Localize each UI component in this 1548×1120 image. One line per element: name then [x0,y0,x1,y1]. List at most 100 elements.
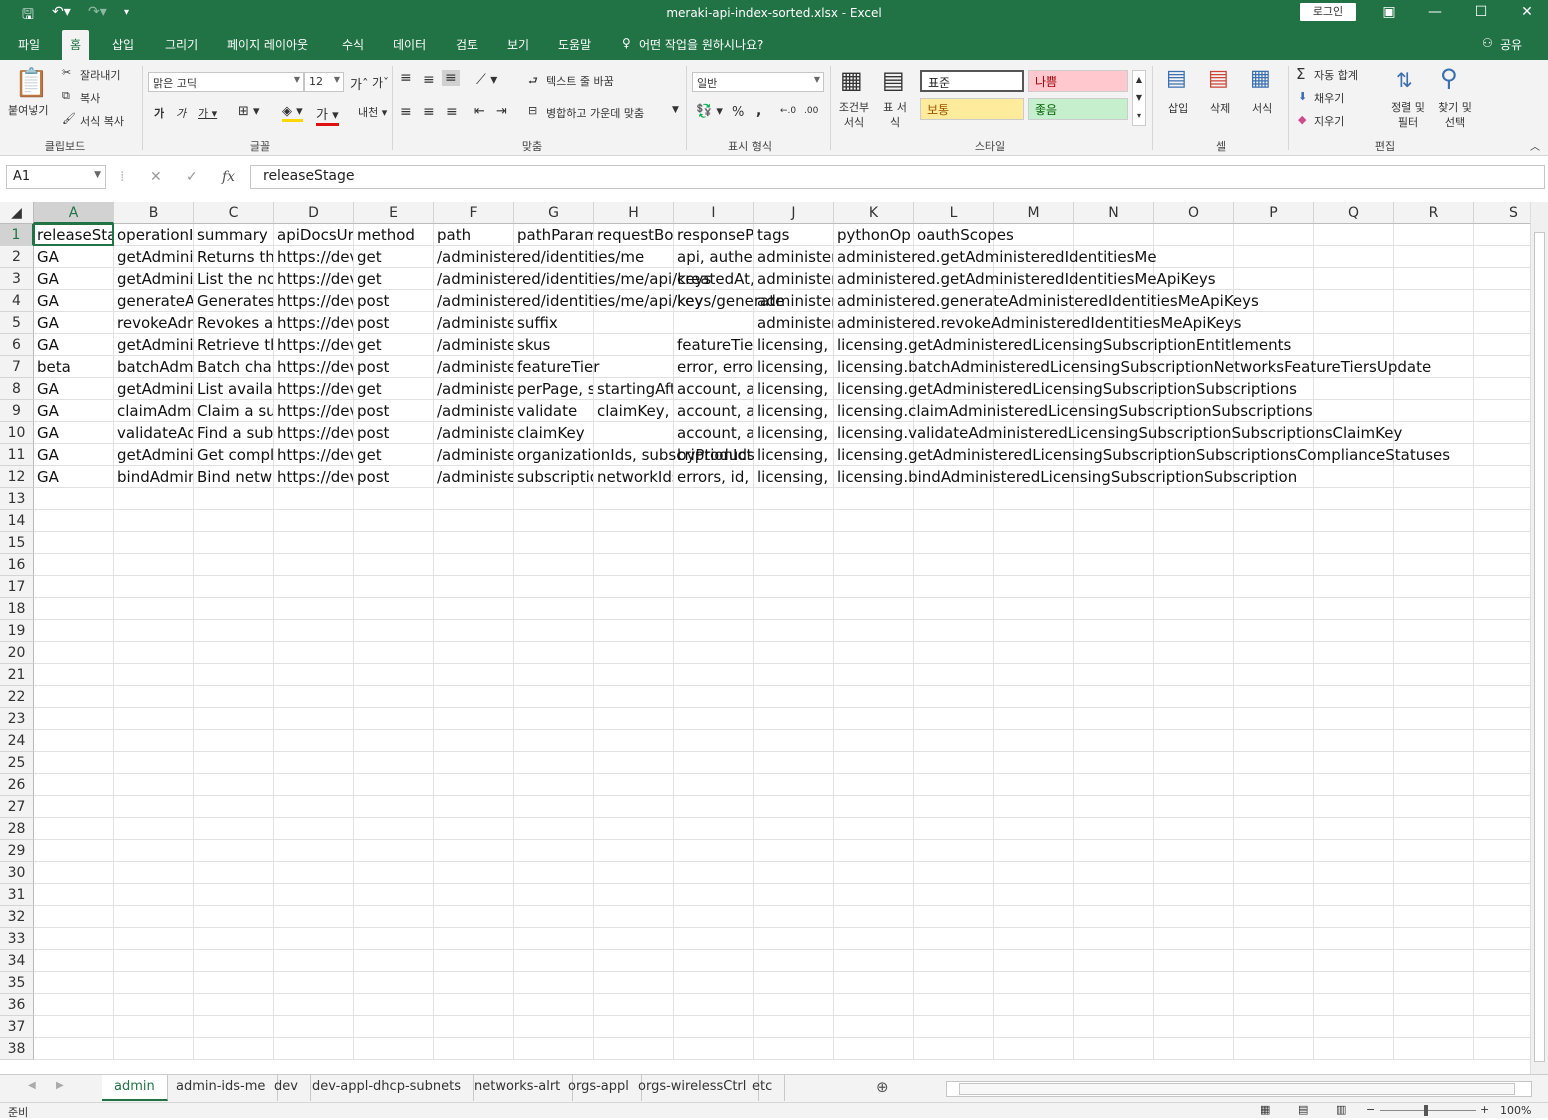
row-header[interactable]: 38 [0,1038,34,1060]
column-header-p[interactable]: P [1234,202,1314,224]
sheet-tab-admin[interactable]: admin [102,1075,168,1101]
cell-a3[interactable]: GA [34,268,113,290]
cell-h9[interactable]: claimKey, description [594,400,673,422]
cell-c10[interactable]: Find a subscription by claim key [194,422,273,444]
cell-d10[interactable]: https://developer.cisco.com [274,422,353,444]
cell-j9[interactable]: licensing, subscription [754,400,833,422]
wrap-text-icon[interactable]: ⮐ [528,72,538,91]
font-name-combo[interactable]: 맑은 고딕 ▼ [148,72,304,92]
cell-k10[interactable]: licensing.validateAdministeredLicensingS… [834,422,1530,444]
wrap-text-button[interactable]: 텍스트 줄 바꿈 [546,73,614,89]
row-header[interactable]: 9 [0,400,34,422]
cell-g12[interactable]: subscriptionId [514,466,593,488]
tab-insert[interactable]: 삽입 [112,36,134,53]
cell-b1[interactable]: operationId [114,224,193,246]
style-bad[interactable]: 나쁨 [1028,70,1128,92]
paste-button[interactable]: 붙여넣기 [8,102,48,118]
cell-j7[interactable]: licensing, subscription [754,356,833,378]
row-header[interactable]: 31 [0,884,34,906]
copy-button[interactable]: 복사 [80,90,100,106]
cell-e3[interactable]: get [354,268,433,290]
cell-e4[interactable]: post [354,290,433,312]
format-as-table-button[interactable]: 표 서식 [880,100,910,130]
cell-c3[interactable]: List the non-sensitive metadata [194,268,273,290]
column-header-n[interactable]: N [1074,202,1154,224]
enter-icon[interactable]: ✓ [186,169,198,185]
cell-c2[interactable]: Returns the identity of the current user… [194,246,273,268]
autosum-icon[interactable]: Σ [1296,65,1305,83]
column-header-l[interactable]: L [914,202,994,224]
increase-decimal-icon[interactable]: ←.0 [780,106,796,116]
cell-h12[interactable]: networkIds [594,466,673,488]
row-header[interactable]: 16 [0,554,34,576]
style-neutral[interactable]: 보통 [920,98,1024,120]
row-header[interactable]: 36 [0,994,34,1016]
vertical-scrollbar[interactable] [1530,202,1548,1074]
cell-b9[interactable]: claimAdministeredLicensingSubscriptionSu… [114,400,193,422]
cell-i7[interactable]: error, errors [674,356,753,378]
cell-j2[interactable]: administered [754,246,833,268]
copy-icon[interactable]: ⧉ [62,89,70,103]
page-break-view-icon[interactable]: ▥ [1336,1103,1346,1116]
row-header[interactable]: 18 [0,598,34,620]
cell-a8[interactable]: GA [34,378,113,400]
cell-b7[interactable]: batchAdministeredLicensingSubscriptionNe… [114,356,193,378]
phonetic-icon[interactable]: 내천 ▾ [358,104,387,120]
cell-k6[interactable]: licensing.getAdministeredLicensingSubscr… [834,334,1530,356]
row-header[interactable]: 5 [0,312,34,334]
scroll-thumb[interactable] [1534,232,1545,1062]
format-painter-icon[interactable]: 🖌 [62,112,76,125]
delete-cells-button[interactable]: 삭제 [1210,100,1230,116]
decrease-decimal-icon[interactable]: .00 [804,106,818,116]
paste-icon[interactable]: 📋 [14,66,49,99]
column-header-i[interactable]: I [674,202,754,224]
cell-c5[interactable]: Revokes an API key [194,312,273,334]
row-header[interactable]: 13 [0,488,34,510]
font-size-combo[interactable]: 12 ▼ [304,72,344,92]
cell-b5[interactable]: revokeAdministeredIdentitiesMeApiKeys [114,312,193,334]
cell-f12[interactable]: /administered/licensing/subscription/sub… [434,466,513,488]
cell-g1[interactable]: pathParams [514,224,593,246]
row-header[interactable]: 19 [0,620,34,642]
cell-b12[interactable]: bindAdministeredLicensingSubscriptionSub… [114,466,193,488]
row-header[interactable]: 17 [0,576,34,598]
cell-e12[interactable]: post [354,466,433,488]
find-select-button[interactable]: 찾기 및 선택 [1432,100,1478,130]
shrink-font-icon[interactable]: 가ˇ [372,74,389,91]
font-color-icon[interactable]: 가 ▾ [316,104,339,126]
close-icon[interactable]: ✕ [1512,4,1542,20]
cell-k12[interactable]: licensing.bindAdministeredLicensingSubsc… [834,466,1530,488]
zoom-slider-thumb[interactable] [1424,1105,1428,1116]
cell-i6[interactable]: featureTier [674,334,753,356]
align-right-icon[interactable]: ≡ [446,104,458,120]
cell-j8[interactable]: licensing, subscription [754,378,833,400]
row-header[interactable]: 30 [0,862,34,884]
format-painter-button[interactable]: 서식 복사 [80,113,124,129]
cell-k4[interactable]: administered.generateAdministeredIdentit… [834,290,1530,312]
cell-j4[interactable]: administered [754,290,833,312]
tab-page-layout[interactable]: 페이지 레이아웃 [227,36,308,53]
clear-button[interactable]: 지우기 [1314,113,1344,129]
cell-j1[interactable]: tags [754,224,833,246]
ribbon-display-icon[interactable]: ▣ [1374,4,1404,20]
tab-data[interactable]: 데이터 [393,36,426,53]
cell-l1[interactable]: oauthScopes [914,224,1530,246]
cell-a2[interactable]: GA [34,246,113,268]
tab-file[interactable]: 파일 [18,36,40,53]
cell-k1[interactable]: pythonOp [834,224,913,246]
italic-icon[interactable]: 가 [176,105,186,121]
cell-a7[interactable]: beta [34,356,113,378]
cell-i11[interactable]: byProduct [674,444,753,466]
share-button[interactable]: 공유 [1500,36,1522,53]
row-header[interactable]: 6 [0,334,34,356]
cell-j11[interactable]: licensing, subscription [754,444,833,466]
cell-e5[interactable]: post [354,312,433,334]
cell-f5[interactable]: /administered/identities/me/api/keys/{su… [434,312,513,334]
cell-k5[interactable]: administered.revokeAdministeredIdentitie… [834,312,1530,334]
cell-a9[interactable]: GA [34,400,113,422]
cell-c4[interactable]: Generates an API key [194,290,273,312]
row-header[interactable]: 21 [0,664,34,686]
autosum-button[interactable]: 자동 합계 [1314,67,1358,83]
cell-c1[interactable]: summary [194,224,273,246]
cell-b2[interactable]: getAdministeredIdentitiesMe [114,246,193,268]
